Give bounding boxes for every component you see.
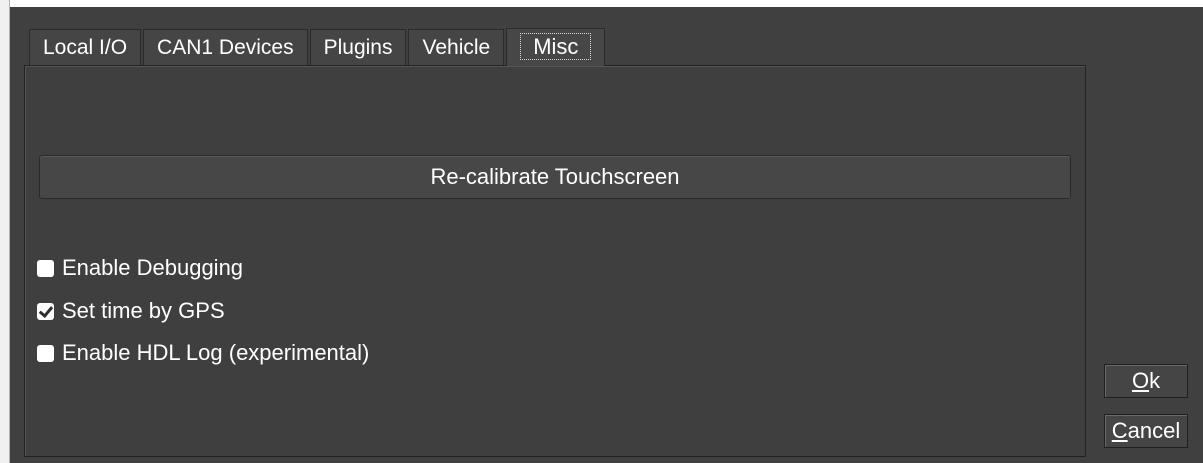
enable-debugging-checkbox[interactable]: Enable Debugging [37,253,243,283]
window-top-edge [0,0,1203,7]
checkbox-unchecked-icon[interactable] [37,259,54,277]
settings-dialog: Local I/O CAN1 Devices Plugins Vehicle M… [10,7,1203,463]
tab-local-io[interactable]: Local I/O [29,29,142,65]
tab-misc[interactable]: Misc [506,28,606,66]
ok-label-rest: k [1149,368,1161,393]
enable-hdl-log-checkbox[interactable]: Enable HDL Log (experimental) [37,338,369,368]
cancel-label-rest: ancel [1127,418,1181,443]
cancel-button[interactable]: Cancel [1104,414,1188,448]
cancel-mnemonic: C [1111,418,1128,443]
checkbox-unchecked-icon[interactable] [37,344,54,362]
window-left-edge [0,0,10,463]
enable-debugging-label: Enable Debugging [62,255,244,280]
set-time-by-gps-checkbox[interactable]: Set time by GPS [37,296,225,326]
enable-hdl-log-label: Enable HDL Log (experimental) [62,340,370,365]
misc-panel: Re-calibrate Touchscreen Enable Debuggin… [24,65,1086,457]
tab-vehicle[interactable]: Vehicle [408,29,505,65]
tab-bar: Local I/O CAN1 Devices Plugins Vehicle M… [29,27,607,66]
tab-can1-devices[interactable]: CAN1 Devices [143,29,308,65]
tab-misc-label: Misc [520,33,592,60]
ok-button[interactable]: Ok [1104,364,1188,398]
set-time-by-gps-label: Set time by GPS [62,298,225,323]
tab-plugins[interactable]: Plugins [309,29,407,65]
ok-mnemonic: O [1131,368,1150,393]
checkbox-checked-icon[interactable] [37,302,54,320]
recalibrate-touchscreen-button[interactable]: Re-calibrate Touchscreen [39,155,1071,199]
